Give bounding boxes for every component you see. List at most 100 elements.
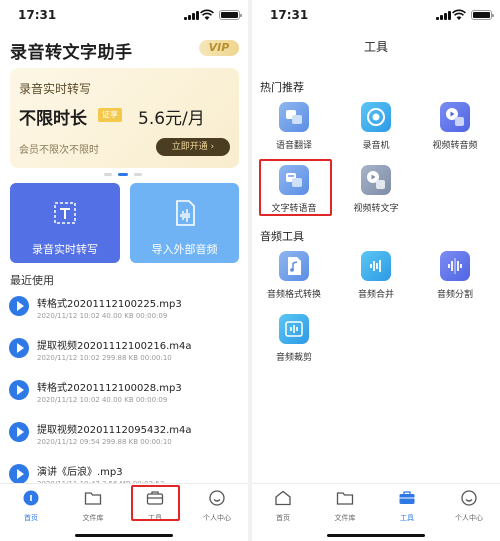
tab-files[interactable]: 文件库 [62,488,124,522]
tool-video-to-text[interactable]: 视频转文字 [337,165,415,219]
file-name: 转格式20201112100225.mp3 [37,299,182,310]
home-icon [23,490,39,506]
tool-audio-merge[interactable]: 音频合并 [337,251,415,305]
transcribe-frame-icon [54,202,76,224]
status-bar: 17:31 [252,0,500,30]
text-to-speech-highlight-box [259,159,332,216]
file-meta: 2020/11/12 10:02 40.00 KB 00:00:09 [37,312,168,320]
toolbox-icon [399,491,415,504]
wifi-icon [200,9,214,20]
tab-home[interactable]: 首页 [252,488,314,522]
file-name: 演讲《后浪》.mp3 [37,467,123,478]
file-name: 提取视频20201112095432.m4a [37,425,192,436]
tool-audio-trim[interactable]: 音频裁剪 [255,314,333,368]
battery-icon [219,10,242,20]
tool-video-to-audio[interactable]: 视频转音频 [416,102,494,156]
tab-label: 个人中心 [455,514,483,522]
wifi-icon [452,9,466,20]
tool-label: 语音翻译 [275,141,312,151]
tool-label: 视频转音频 [432,141,478,151]
tab-files[interactable]: 文件库 [314,488,376,522]
audio-trim-icon [279,314,309,344]
tool-label: 视频转文字 [353,204,399,214]
list-item[interactable]: 转格式20201112100225.mp3 2020/11/12 10:02 40… [0,290,248,332]
play-icon[interactable] [9,422,29,442]
app-title: 录音转文字助手 [10,43,133,63]
promo-badge: 证享 [98,108,122,122]
play-icon[interactable] [9,464,29,484]
tools-tab-highlight-box [131,485,180,521]
smile-icon [209,490,225,506]
file-meta: 2020/11/12 10:02 299.88 KB 00:00:10 [37,354,172,362]
home-screen: 17:31 录音转文字助手 VIP 录音实时转写 不限时长 证享 5.6元/月 … [0,0,248,541]
card-label: 导入外部音频 [151,243,218,256]
list-item[interactable]: 提取视频20201112095432.m4a 2020/11/12 09:54 2… [0,416,248,458]
recent-list: 转格式20201112100225.mp3 2020/11/12 10:02 40… [0,290,248,500]
tab-tools[interactable]: 工具 [376,488,438,522]
file-name: 提取视频20201112100216.m4a [37,341,192,352]
tool-label: 音频裁剪 [275,353,312,363]
tab-label: 文件库 [334,514,356,522]
tool-label: 音频分割 [436,290,473,300]
signal-icon [184,11,199,20]
carousel-dots [104,173,144,176]
bottom-tab-bar: 首页 文件库 工具 个人中心 [252,483,500,523]
play-icon[interactable] [9,380,29,400]
vip-promo-banner[interactable]: 录音实时转写 不限时长 证享 5.6元/月 会员不限次不限时 立即开通 › [10,68,239,168]
video-audio-icon [440,102,470,132]
tool-voice-translate[interactable]: 语音翻译 [255,102,333,156]
card-label: 录音实时转写 [32,243,98,256]
tab-label: 首页 [24,514,38,522]
tab-profile[interactable]: 个人中心 [438,488,500,522]
section-title-audio: 音频工具 [260,230,304,243]
signal-icon [436,11,451,20]
folder-icon [84,492,102,505]
play-icon[interactable] [9,338,29,358]
import-audio-card[interactable]: 导入外部音频 [130,183,239,263]
list-item[interactable]: 提取视频20201112100216.m4a 2020/11/12 10:02 2… [0,332,248,374]
audio-format-icon [279,251,309,281]
file-name: 转格式20201112100028.mp3 [37,383,182,394]
translate-icon [279,102,309,132]
video-text-icon [361,165,391,195]
tool-label: 音频格式转换 [266,290,321,300]
recorder-icon [361,102,391,132]
status-time: 17:31 [270,8,309,22]
audio-split-icon [440,251,470,281]
home-indicator [327,534,425,537]
status-time: 17:31 [18,8,57,22]
tool-audio-split[interactable]: 音频分割 [416,251,494,305]
tab-home[interactable]: 首页 [0,488,62,522]
bottom-tab-bar: 首页 文件库 工具 个人中心 [0,483,248,523]
status-bar: 17:31 [0,0,248,30]
realtime-transcribe-card[interactable]: 录音实时转写 [10,183,120,263]
tab-label: 首页 [276,514,290,522]
list-item[interactable]: 转格式20201112100028.mp3 2020/11/12 10:02 40… [0,374,248,416]
tab-label: 工具 [400,514,414,522]
tools-screen: 17:31 工具 热门推荐 语音翻译 录音机 视频转音频 文字转语音 视频转文字… [252,0,500,541]
open-membership-button[interactable]: 立即开通 › [156,138,230,156]
two-screen-comparison: 17:31 录音转文字助手 VIP 录音实时转写 不限时长 证享 5.6元/月 … [0,0,500,541]
import-audio-icon [176,200,195,226]
tool-label: 音频合并 [357,290,394,300]
tool-recorder[interactable]: 录音机 [337,102,415,156]
promo-price: 5.6元/月 [138,109,205,129]
tool-label: 录音机 [362,141,390,151]
home-icon [275,490,291,506]
folder-icon [336,492,354,505]
file-meta: 2020/11/12 10:02 40.00 KB 00:00:09 [37,396,168,404]
audio-merge-icon [361,251,391,281]
file-meta: 2020/11/12 09:54 299.88 KB 00:00:10 [37,438,172,446]
tab-profile[interactable]: 个人中心 [186,488,248,522]
smile-icon [461,490,477,506]
home-indicator [75,534,173,537]
page-title: 工具 [363,40,388,54]
tool-audio-format[interactable]: 音频格式转换 [255,251,333,305]
play-icon[interactable] [9,296,29,316]
promo-line3: 会员不限次不限时 [19,145,99,156]
recent-section-title: 最近使用 [10,274,54,287]
tab-label: 文件库 [82,514,104,522]
vip-badge[interactable]: VIP [199,40,239,56]
promo-line1: 录音实时转写 [19,82,92,96]
battery-icon [471,10,494,20]
